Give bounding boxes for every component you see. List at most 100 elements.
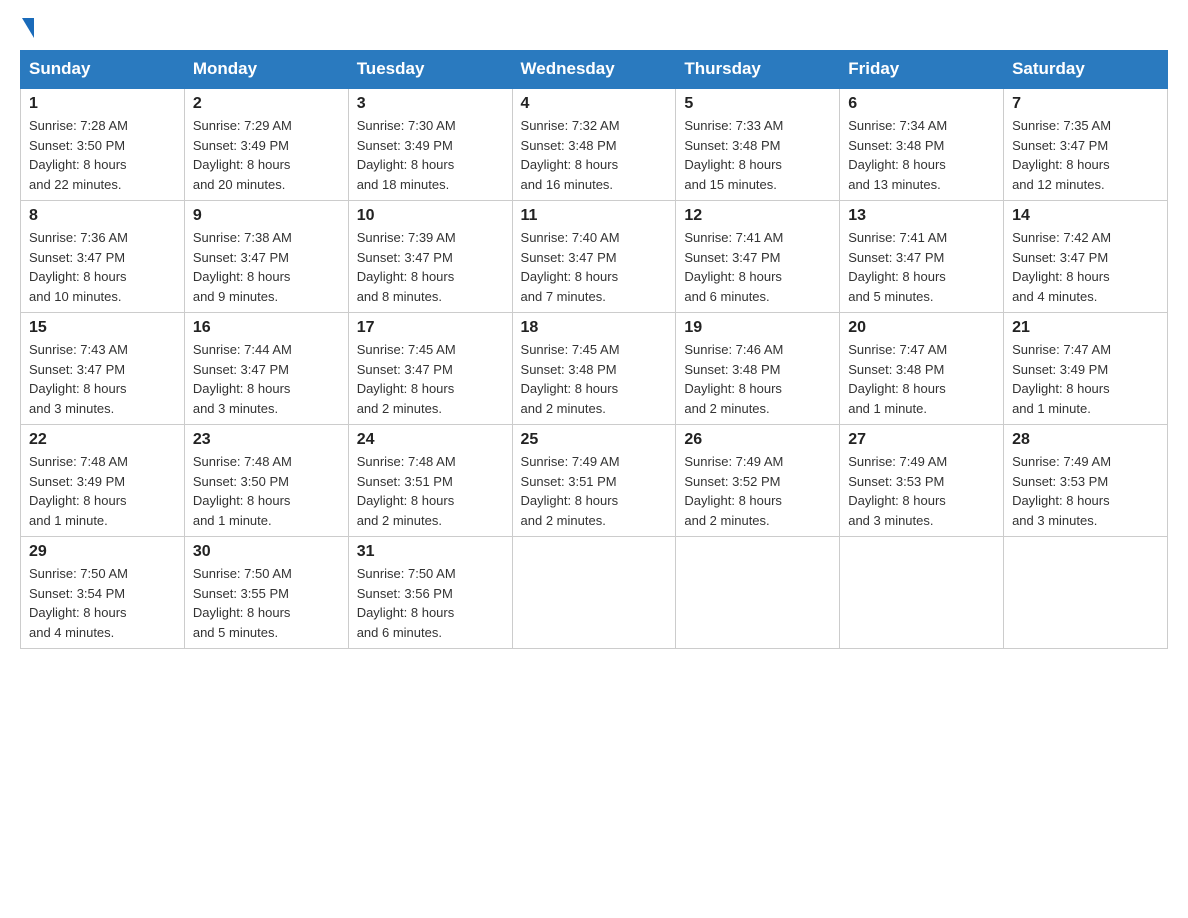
- day-info: Sunrise: 7:39 AMSunset: 3:47 PMDaylight:…: [357, 230, 456, 304]
- day-info: Sunrise: 7:40 AMSunset: 3:47 PMDaylight:…: [521, 230, 620, 304]
- day-info: Sunrise: 7:49 AMSunset: 3:53 PMDaylight:…: [848, 454, 947, 528]
- day-info: Sunrise: 7:46 AMSunset: 3:48 PMDaylight:…: [684, 342, 783, 416]
- week-row-2: 8 Sunrise: 7:36 AMSunset: 3:47 PMDaylight…: [21, 201, 1168, 313]
- day-number: 5: [684, 95, 831, 113]
- day-number: 19: [684, 319, 831, 337]
- day-info: Sunrise: 7:47 AMSunset: 3:49 PMDaylight:…: [1012, 342, 1111, 416]
- day-info: Sunrise: 7:49 AMSunset: 3:52 PMDaylight:…: [684, 454, 783, 528]
- day-number: 21: [1012, 319, 1159, 337]
- day-number: 28: [1012, 431, 1159, 449]
- calendar-cell: [512, 537, 676, 649]
- calendar-table: SundayMondayTuesdayWednesdayThursdayFrid…: [20, 50, 1168, 649]
- calendar-cell: 17 Sunrise: 7:45 AMSunset: 3:47 PMDayligh…: [348, 313, 512, 425]
- day-number: 16: [193, 319, 340, 337]
- day-header-thursday: Thursday: [676, 51, 840, 89]
- calendar-header-row: SundayMondayTuesdayWednesdayThursdayFrid…: [21, 51, 1168, 89]
- day-info: Sunrise: 7:48 AMSunset: 3:49 PMDaylight:…: [29, 454, 128, 528]
- day-info: Sunrise: 7:38 AMSunset: 3:47 PMDaylight:…: [193, 230, 292, 304]
- day-number: 20: [848, 319, 995, 337]
- calendar-cell: 31 Sunrise: 7:50 AMSunset: 3:56 PMDayligh…: [348, 537, 512, 649]
- day-number: 12: [684, 207, 831, 225]
- day-number: 13: [848, 207, 995, 225]
- day-info: Sunrise: 7:50 AMSunset: 3:54 PMDaylight:…: [29, 566, 128, 640]
- day-number: 9: [193, 207, 340, 225]
- day-info: Sunrise: 7:34 AMSunset: 3:48 PMDaylight:…: [848, 118, 947, 192]
- calendar-cell: 16 Sunrise: 7:44 AMSunset: 3:47 PMDayligh…: [184, 313, 348, 425]
- day-header-wednesday: Wednesday: [512, 51, 676, 89]
- day-info: Sunrise: 7:50 AMSunset: 3:55 PMDaylight:…: [193, 566, 292, 640]
- day-info: Sunrise: 7:50 AMSunset: 3:56 PMDaylight:…: [357, 566, 456, 640]
- calendar-cell: 4Sunrise: 7:32 AMSunset: 3:48 PMDaylight…: [512, 88, 676, 201]
- day-info: Sunrise: 7:48 AMSunset: 3:50 PMDaylight:…: [193, 454, 292, 528]
- day-info: Sunrise: 7:45 AMSunset: 3:48 PMDaylight:…: [521, 342, 620, 416]
- day-info: Sunrise: 7:47 AMSunset: 3:48 PMDaylight:…: [848, 342, 947, 416]
- day-number: 17: [357, 319, 504, 337]
- calendar-cell: 23 Sunrise: 7:48 AMSunset: 3:50 PMDayligh…: [184, 425, 348, 537]
- calendar-cell: 20 Sunrise: 7:47 AMSunset: 3:48 PMDayligh…: [840, 313, 1004, 425]
- calendar-body: 1 Sunrise: 7:28 AMSunset: 3:50 PMDaylight…: [21, 88, 1168, 649]
- day-info: Sunrise: 7:41 AMSunset: 3:47 PMDaylight:…: [684, 230, 783, 304]
- day-number: 29: [29, 543, 176, 561]
- day-number: 23: [193, 431, 340, 449]
- calendar-cell: [1004, 537, 1168, 649]
- day-number: 18: [521, 319, 668, 337]
- day-number: 6: [848, 95, 995, 113]
- day-info: Sunrise: 7:41 AMSunset: 3:47 PMDaylight:…: [848, 230, 947, 304]
- day-info: Sunrise: 7:35 AMSunset: 3:47 PMDaylight:…: [1012, 118, 1111, 192]
- day-number: 31: [357, 543, 504, 561]
- week-row-3: 15Sunrise: 7:43 AMSunset: 3:47 PMDayligh…: [21, 313, 1168, 425]
- day-number: 24: [357, 431, 504, 449]
- calendar-cell: 28Sunrise: 7:49 AMSunset: 3:53 PMDayligh…: [1004, 425, 1168, 537]
- day-number: 10: [357, 207, 504, 225]
- calendar-cell: 14Sunrise: 7:42 AMSunset: 3:47 PMDayligh…: [1004, 201, 1168, 313]
- day-info: Sunrise: 7:29 AMSunset: 3:49 PMDaylight:…: [193, 118, 292, 192]
- day-header-tuesday: Tuesday: [348, 51, 512, 89]
- calendar-cell: 19 Sunrise: 7:46 AMSunset: 3:48 PMDayligh…: [676, 313, 840, 425]
- logo-triangle-icon: [22, 18, 34, 38]
- day-header-friday: Friday: [840, 51, 1004, 89]
- day-number: 26: [684, 431, 831, 449]
- calendar-cell: 30 Sunrise: 7:50 AMSunset: 3:55 PMDayligh…: [184, 537, 348, 649]
- calendar-cell: 7 Sunrise: 7:35 AMSunset: 3:47 PMDaylight…: [1004, 88, 1168, 201]
- day-info: Sunrise: 7:49 AMSunset: 3:51 PMDaylight:…: [521, 454, 620, 528]
- day-info: Sunrise: 7:32 AMSunset: 3:48 PMDaylight:…: [521, 118, 620, 192]
- day-number: 22: [29, 431, 176, 449]
- calendar-cell: 10 Sunrise: 7:39 AMSunset: 3:47 PMDayligh…: [348, 201, 512, 313]
- calendar-cell: 3 Sunrise: 7:30 AMSunset: 3:49 PMDaylight…: [348, 88, 512, 201]
- day-number: 25: [521, 431, 668, 449]
- calendar-cell: 2Sunrise: 7:29 AMSunset: 3:49 PMDaylight…: [184, 88, 348, 201]
- day-info: Sunrise: 7:44 AMSunset: 3:47 PMDaylight:…: [193, 342, 292, 416]
- calendar-cell: 12 Sunrise: 7:41 AMSunset: 3:47 PMDayligh…: [676, 201, 840, 313]
- week-row-4: 22 Sunrise: 7:48 AMSunset: 3:49 PMDayligh…: [21, 425, 1168, 537]
- day-number: 30: [193, 543, 340, 561]
- calendar-cell: 6 Sunrise: 7:34 AMSunset: 3:48 PMDaylight…: [840, 88, 1004, 201]
- calendar-cell: 27 Sunrise: 7:49 AMSunset: 3:53 PMDayligh…: [840, 425, 1004, 537]
- calendar-cell: 15Sunrise: 7:43 AMSunset: 3:47 PMDayligh…: [21, 313, 185, 425]
- calendar-cell: [676, 537, 840, 649]
- calendar-cell: 24Sunrise: 7:48 AMSunset: 3:51 PMDayligh…: [348, 425, 512, 537]
- day-info: Sunrise: 7:28 AMSunset: 3:50 PMDaylight:…: [29, 118, 128, 192]
- calendar-cell: 11Sunrise: 7:40 AMSunset: 3:47 PMDayligh…: [512, 201, 676, 313]
- day-number: 7: [1012, 95, 1159, 113]
- day-info: Sunrise: 7:36 AMSunset: 3:47 PMDaylight:…: [29, 230, 128, 304]
- calendar-cell: 18 Sunrise: 7:45 AMSunset: 3:48 PMDayligh…: [512, 313, 676, 425]
- day-number: 1: [29, 95, 176, 113]
- page-header: [20, 20, 1168, 40]
- day-info: Sunrise: 7:45 AMSunset: 3:47 PMDaylight:…: [357, 342, 456, 416]
- logo: [20, 20, 36, 40]
- calendar-cell: 25 Sunrise: 7:49 AMSunset: 3:51 PMDayligh…: [512, 425, 676, 537]
- day-number: 27: [848, 431, 995, 449]
- calendar-cell: 1 Sunrise: 7:28 AMSunset: 3:50 PMDaylight…: [21, 88, 185, 201]
- calendar-cell: 8 Sunrise: 7:36 AMSunset: 3:47 PMDaylight…: [21, 201, 185, 313]
- day-number: 3: [357, 95, 504, 113]
- week-row-5: 29 Sunrise: 7:50 AMSunset: 3:54 PMDayligh…: [21, 537, 1168, 649]
- day-header-saturday: Saturday: [1004, 51, 1168, 89]
- calendar-cell: 21 Sunrise: 7:47 AMSunset: 3:49 PMDayligh…: [1004, 313, 1168, 425]
- day-info: Sunrise: 7:30 AMSunset: 3:49 PMDaylight:…: [357, 118, 456, 192]
- day-info: Sunrise: 7:42 AMSunset: 3:47 PMDaylight:…: [1012, 230, 1111, 304]
- calendar-cell: 13 Sunrise: 7:41 AMSunset: 3:47 PMDayligh…: [840, 201, 1004, 313]
- calendar-cell: [840, 537, 1004, 649]
- day-number: 15: [29, 319, 176, 337]
- day-info: Sunrise: 7:33 AMSunset: 3:48 PMDaylight:…: [684, 118, 783, 192]
- day-number: 8: [29, 207, 176, 225]
